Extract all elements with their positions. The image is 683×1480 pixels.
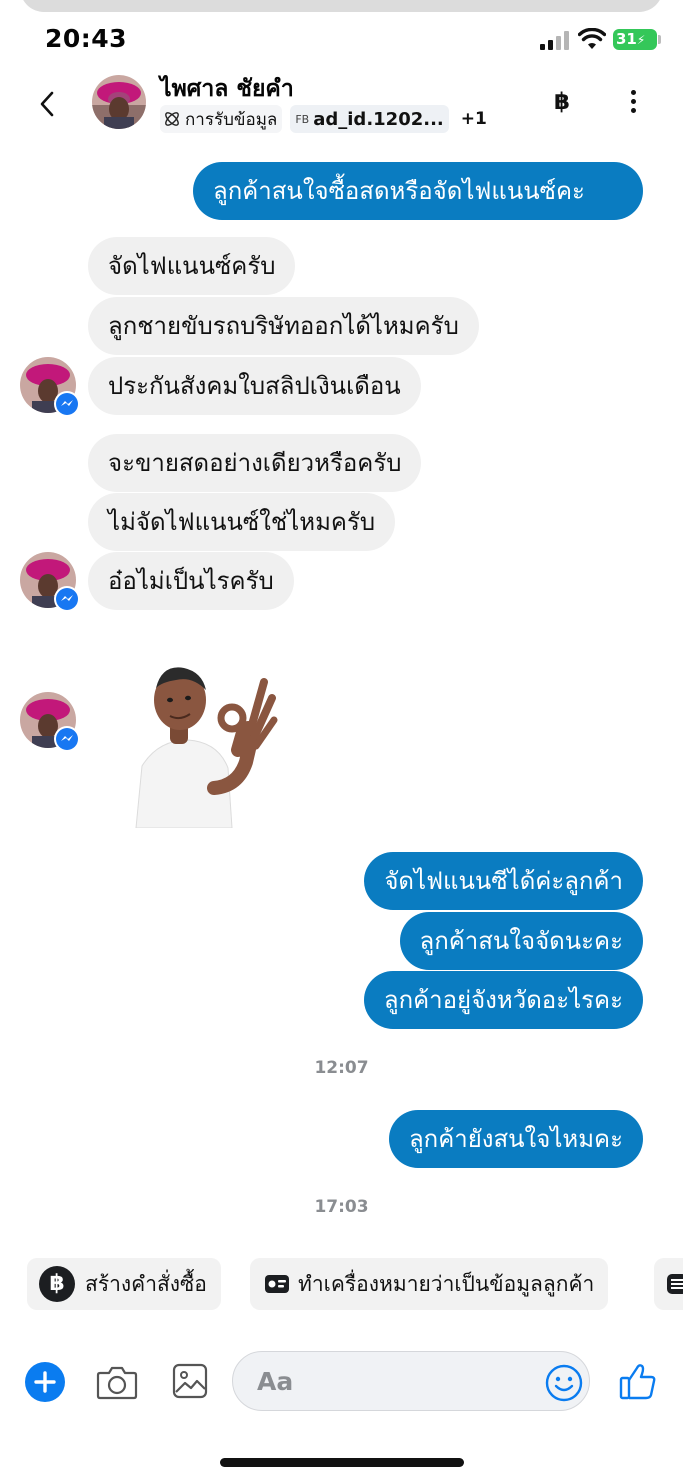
ad-id: ad_id.1202...: [313, 108, 444, 130]
incoming-message[interactable]: ประกันสังคมใบสลิปเงินเดือน: [88, 357, 421, 415]
quick-actions-row: ฿ สร้างคำสั่งซื้อ ทำเครื่องหมายว่าเป็นข้…: [0, 1258, 683, 1314]
outgoing-message[interactable]: จัดไฟแนนซีได้ค่ะลูกค้า: [364, 852, 643, 910]
outgoing-message[interactable]: ลูกค้าสนใจจัดนะคะ: [399, 912, 643, 970]
atom-icon: [165, 112, 179, 126]
more-quick-action-button[interactable]: [654, 1258, 683, 1310]
message-list: ลูกค้าสนใจซื้อสดหรือจัดไฟแนนซ์คะ จัดไฟแน…: [0, 150, 683, 1230]
incoming-message[interactable]: อ๋อไม่เป็นไรครับ: [88, 552, 294, 610]
message-composer: Aa: [0, 1345, 683, 1425]
message-timestamp: 17:03: [314, 1197, 369, 1217]
more-tags[interactable]: +1: [457, 105, 491, 133]
incoming-message[interactable]: ลูกชายขับรถบริษัทออกได้ไหมครับ: [88, 297, 479, 355]
outgoing-message[interactable]: ลูกค้ายังสนใจไหมคะ: [388, 1110, 643, 1168]
baht-icon[interactable]: ฿: [549, 87, 575, 117]
messenger-badge-icon: [54, 726, 80, 752]
battery-level: 31: [616, 30, 637, 48]
messenger-badge-icon: [54, 586, 80, 612]
battery-indicator: 31⚡: [613, 29, 657, 50]
status-bar: 20:43 31⚡: [0, 0, 683, 70]
messenger-badge-icon: [54, 391, 80, 417]
mark-as-customer-info-button[interactable]: ทำเครื่องหมายว่าเป็นข้อมูลลูกค้า: [250, 1258, 609, 1310]
incoming-message[interactable]: ไม่จัดไฟแนนซ์ใช่ไหมครับ: [88, 493, 396, 551]
outgoing-message-partial[interactable]: ลูกค้าสนใจซื้อสดหรือจัดไฟแนนซ์คะ: [193, 162, 643, 220]
camera-icon[interactable]: [96, 1363, 138, 1401]
incoming-message[interactable]: จะขายสดอย่างเดียวหรือครับ: [88, 434, 422, 492]
sender-avatar[interactable]: [20, 552, 80, 612]
message-input[interactable]: Aa: [232, 1351, 590, 1411]
create-order-label: สร้างคำสั่งซื้อ: [85, 1271, 207, 1296]
gallery-icon[interactable]: [172, 1362, 208, 1400]
outgoing-message[interactable]: ลูกค้าอยู่จังหวัดอะไรคะ: [363, 971, 643, 1029]
battery-nub: [658, 35, 661, 44]
mark-as-customer-info-label: ทำเครื่องหมายว่าเป็นข้อมูลลูกค้า: [298, 1271, 595, 1296]
status-time: 20:43: [45, 24, 128, 53]
list-icon: [667, 1274, 683, 1294]
back-chevron-icon[interactable]: [34, 87, 64, 121]
contact-avatar[interactable]: [92, 75, 146, 129]
ad-prefix: FB: [295, 112, 310, 126]
conversation-header: ไพศาล ชัยคำ การรับข้อมูล FB ad_id.1202..…: [0, 65, 683, 145]
contact-tags: การรับข้อมูล FB ad_id.1202... +1: [160, 105, 499, 133]
create-order-button[interactable]: ฿ สร้างคำสั่งซื้อ: [27, 1258, 221, 1310]
baht-circle-icon: ฿: [39, 1266, 75, 1302]
ok-hand-sticker[interactable]: [128, 658, 278, 828]
ad-id-tag[interactable]: FB ad_id.1202...: [290, 105, 449, 133]
lead-source-tag[interactable]: การรับข้อมูล: [160, 105, 283, 133]
message-timestamp: 12:07: [314, 1058, 369, 1078]
id-card-icon: [265, 1275, 289, 1293]
lead-source-label: การรับข้อมูล: [185, 109, 278, 130]
message-input-placeholder: Aa: [257, 1367, 294, 1396]
incoming-message[interactable]: จัดไฟแนนซ์ครับ: [88, 237, 296, 295]
emoji-icon[interactable]: [545, 1364, 583, 1402]
more-options-icon[interactable]: [624, 85, 642, 119]
sender-avatar[interactable]: [20, 357, 80, 417]
sender-avatar[interactable]: [20, 692, 80, 752]
contact-name: ไพศาล ชัยคำ: [160, 76, 294, 102]
plus-icon: [34, 1371, 56, 1393]
signal-icon: [540, 31, 572, 50]
home-indicator: [220, 1458, 464, 1467]
wifi-icon: [578, 28, 606, 49]
thumbs-up-icon[interactable]: [618, 1360, 658, 1402]
add-attachment-button[interactable]: [25, 1362, 65, 1402]
